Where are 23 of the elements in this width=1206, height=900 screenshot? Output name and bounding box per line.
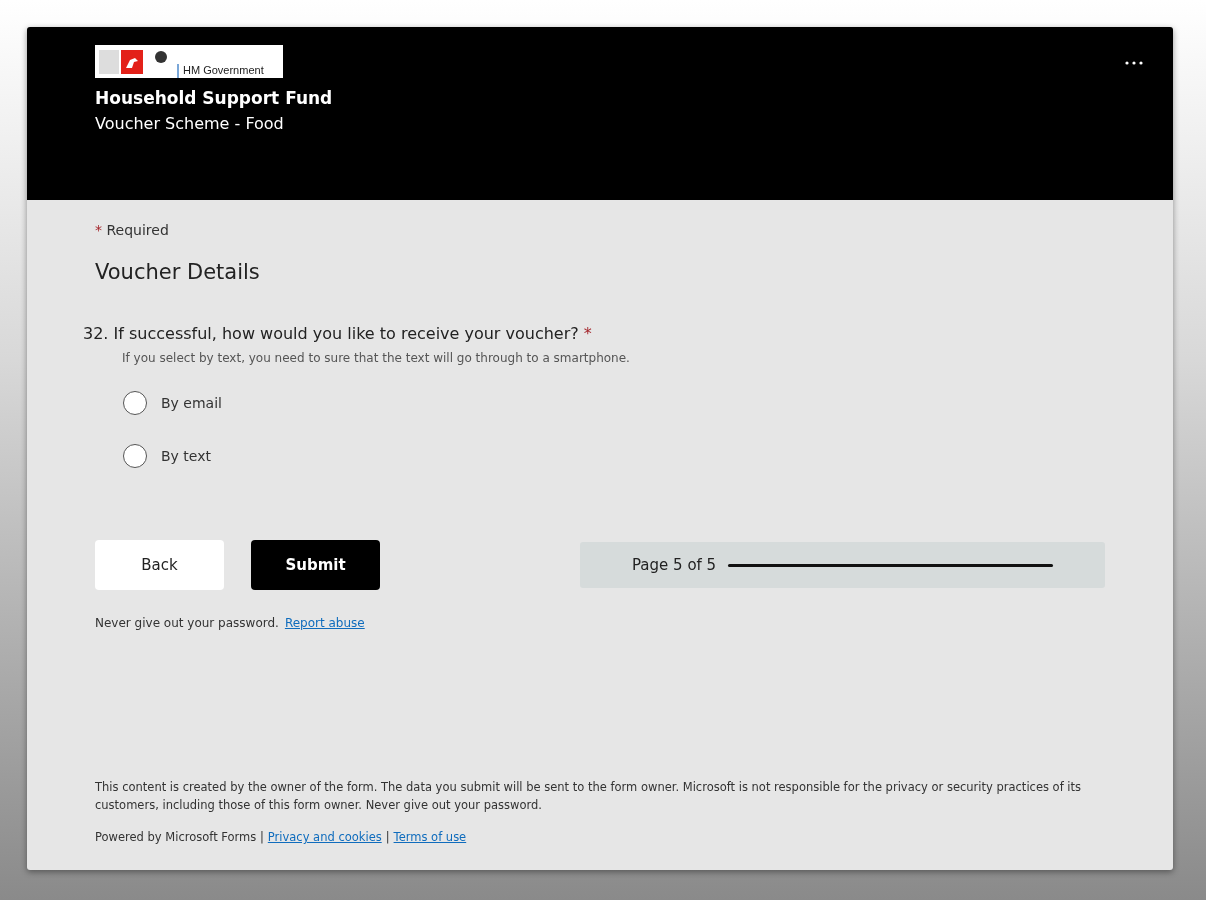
required-mark: * (582, 324, 592, 343)
terms-link[interactable]: Terms of use (393, 830, 467, 844)
separator-text: | (385, 830, 390, 844)
radio-button[interactable] (123, 444, 147, 468)
form-title: Household Support Fund (95, 88, 334, 108)
logo-text: HM Government (177, 64, 264, 78)
required-note: * Required (95, 222, 170, 238)
question-text: 32. If successful, how would you like to receive your voucher? * (83, 324, 593, 343)
back-button[interactable]: Back (95, 540, 224, 590)
section-title: Voucher Details (95, 260, 261, 284)
powered-by-text: Powered by Microsoft Forms | (95, 830, 264, 844)
form-subtitle: Voucher Scheme - Food (95, 114, 285, 133)
page-indicator: Page 5 of 5 (632, 556, 717, 574)
submit-button[interactable]: Submit (251, 540, 380, 590)
option-label[interactable]: By text (161, 448, 211, 464)
disclaimer-text: This content is created by the owner of the form. The data you submit will be sent to the form owner. Microsoft is not responsible for the privacy or security practices of its customers, including those of this form owner. Never give out your password. (95, 779, 1083, 814)
report-link[interactable]: Report abuse (284, 616, 365, 630)
password-warning: Never give out your password. (95, 616, 279, 630)
question-hint: If you select by text, you need to sure that the text will go through to a smartphone. (122, 351, 631, 365)
privacy-link[interactable]: Privacy and cookies (267, 830, 382, 844)
radio-button[interactable] (123, 391, 147, 415)
more-icon[interactable] (1125, 61, 1143, 65)
option-label[interactable]: By email (161, 395, 222, 411)
